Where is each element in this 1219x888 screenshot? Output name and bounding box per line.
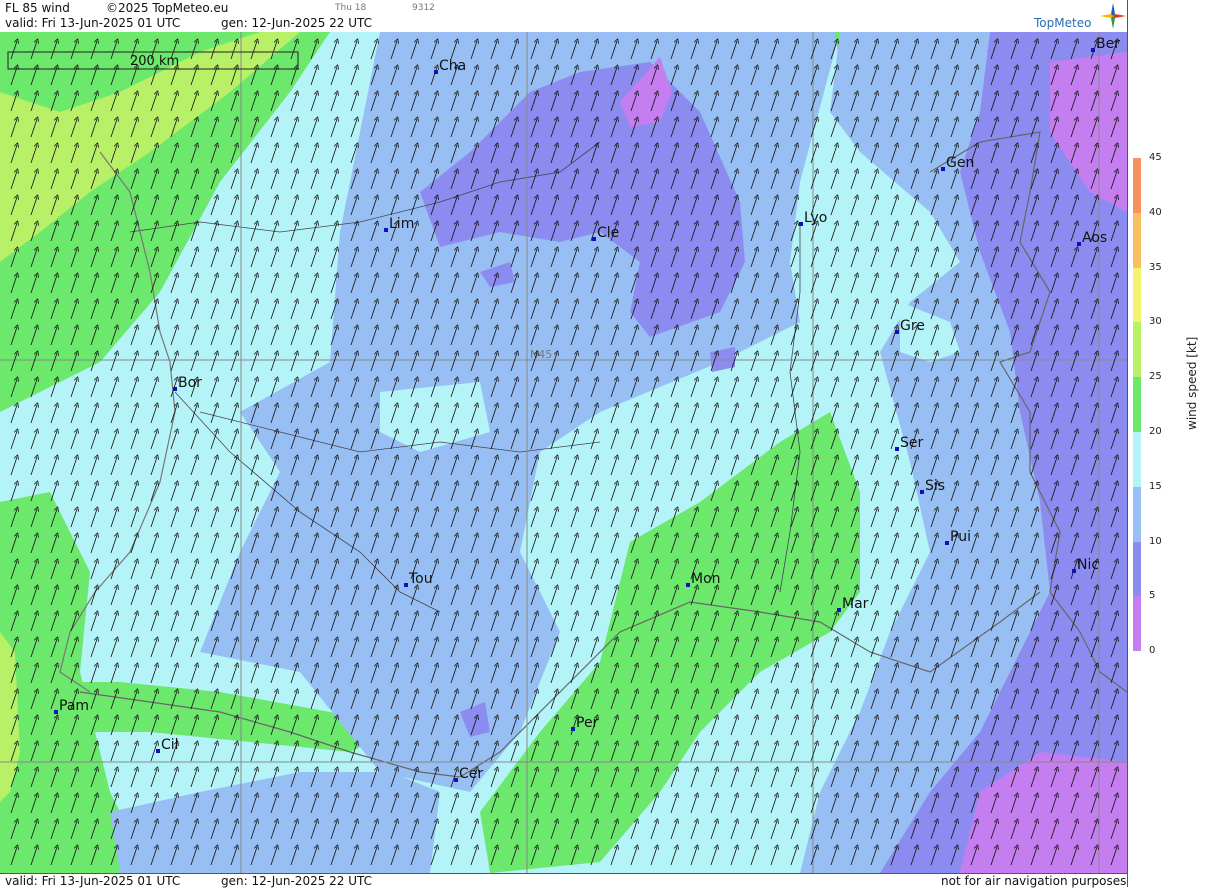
run-code: 9312 bbox=[412, 3, 435, 13]
city-label: Sis bbox=[925, 478, 945, 494]
city-label: Ser bbox=[900, 435, 924, 451]
city-marker bbox=[384, 228, 388, 232]
colorbar-tick-label: 10 bbox=[1149, 535, 1162, 547]
city-marker bbox=[686, 583, 690, 587]
city-marker bbox=[941, 167, 945, 171]
footer-generated-time: gen: 12-Jun-2025 22 UTC bbox=[221, 874, 373, 888]
city-label: Lim bbox=[389, 216, 414, 232]
colorbar-tick-label: 20 bbox=[1149, 426, 1162, 437]
city-marker bbox=[54, 710, 58, 714]
legend-variable-label: wind speed [kt] bbox=[1185, 336, 1199, 430]
city-marker bbox=[1077, 242, 1081, 246]
colorbar-segment bbox=[1133, 541, 1141, 597]
colorbar-segment bbox=[1133, 322, 1141, 378]
footer-valid-time: valid: Fri 13-Jun-2025 01 UTC bbox=[5, 874, 181, 888]
city-marker bbox=[895, 447, 899, 451]
city-label: Bor bbox=[178, 375, 202, 391]
city-label: Gre bbox=[900, 318, 925, 334]
wind-map: N45 Cha Lim Cle Lyo Gen Ber Aos Gre Bor Ser Sis Pui… bbox=[0, 32, 1127, 873]
colorbar-tick-label: 5 bbox=[1149, 590, 1156, 602]
city-label: Cle bbox=[597, 225, 619, 241]
colorbar-tick-label: 45 bbox=[1149, 152, 1162, 163]
scale-bar-label: 200 km bbox=[130, 54, 179, 69]
map-header: FL 85 wind ©2025 TopMeteo.eu Thu 18 9312… bbox=[0, 0, 1127, 33]
parallel-label: N45 bbox=[530, 348, 552, 361]
city-label: Cha bbox=[439, 58, 466, 74]
colorbar-segment bbox=[1133, 267, 1141, 323]
city-label: Mar bbox=[842, 596, 869, 612]
compass-logo-icon bbox=[1100, 3, 1126, 29]
city-marker bbox=[1072, 569, 1076, 573]
colorbar-segment bbox=[1133, 212, 1141, 268]
generated-time: gen: 12-Jun-2025 22 UTC bbox=[221, 16, 373, 30]
colorbar-tick-label: 30 bbox=[1149, 316, 1162, 328]
city-marker bbox=[454, 778, 458, 782]
city-label: Mon bbox=[691, 571, 721, 587]
colorbar-segment bbox=[1133, 596, 1141, 652]
colorbar-tick-label: 15 bbox=[1149, 480, 1162, 492]
colorbar-segment bbox=[1133, 377, 1141, 432]
map-footer: valid: Fri 13-Jun-2025 01 UTC gen: 12-Ju… bbox=[0, 873, 1127, 888]
city-marker bbox=[571, 727, 575, 731]
colorbar-tick-label: 40 bbox=[1149, 206, 1162, 218]
city-label: Per bbox=[576, 715, 599, 731]
colorbar-segment bbox=[1133, 432, 1141, 487]
map-title: FL 85 wind bbox=[5, 1, 70, 15]
city-marker bbox=[895, 330, 899, 334]
colorbar-tick-label: 35 bbox=[1149, 261, 1162, 273]
city-marker bbox=[156, 749, 160, 753]
city-marker bbox=[837, 608, 841, 612]
logo-text: TopMeteo bbox=[1034, 16, 1092, 30]
colorbar-tick-label: 25 bbox=[1149, 371, 1162, 383]
city-marker bbox=[434, 70, 438, 74]
city-label: Ber bbox=[1096, 36, 1120, 52]
city-label: Aos bbox=[1082, 230, 1107, 246]
city-label: Lyo bbox=[804, 210, 827, 226]
city-label: Nic bbox=[1077, 557, 1099, 573]
valid-time: valid: Fri 13-Jun-2025 01 UTC bbox=[5, 16, 181, 30]
city-marker bbox=[920, 490, 924, 494]
city-label: Gen bbox=[946, 155, 974, 171]
color-legend: 45 40 35 30 25 20 15 10 5 0 bbox=[1127, 0, 1219, 887]
city-marker bbox=[945, 541, 949, 545]
map-canvas: N45 Cha Lim Cle Lyo Gen Ber Aos Gre Bor Ser Sis Pui… bbox=[0, 32, 1127, 873]
disclaimer: not for air navigation purposes bbox=[941, 874, 1127, 888]
city-marker bbox=[1091, 48, 1095, 52]
colorbar-segment bbox=[1133, 486, 1141, 542]
city-label: Pui bbox=[950, 529, 971, 545]
day-tag: Thu 18 bbox=[335, 3, 367, 13]
city-marker bbox=[173, 387, 177, 391]
city-marker bbox=[799, 222, 803, 226]
city-marker bbox=[404, 583, 408, 587]
city-label: Tou bbox=[408, 571, 433, 587]
city-label: Cer bbox=[459, 766, 483, 782]
colorbar-tick-label: 0 bbox=[1149, 645, 1156, 657]
topmeteo-logo: TopMeteo bbox=[1034, 0, 1126, 32]
city-label: Cil bbox=[161, 737, 179, 753]
city-marker bbox=[592, 237, 596, 241]
colorbar-segment bbox=[1133, 158, 1141, 213]
copyright: ©2025 TopMeteo.eu bbox=[106, 1, 229, 15]
city-label: Pam bbox=[59, 698, 89, 714]
